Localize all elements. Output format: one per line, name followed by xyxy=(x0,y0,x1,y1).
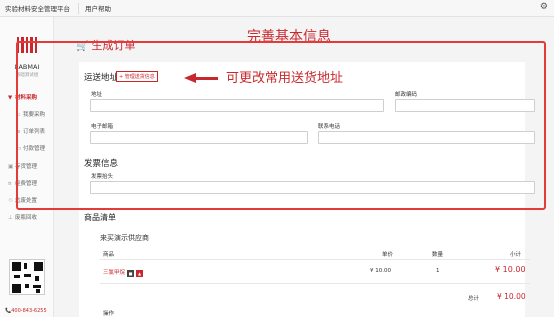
money-icon: ¤ xyxy=(8,181,12,187)
annotation-side: 可更改常用送货地址 xyxy=(226,71,344,86)
sidebar-item-label: 废瓶回收 xyxy=(15,215,38,221)
hazard-icon: ■ xyxy=(127,270,135,277)
invoice-header-label: 发票抬头 xyxy=(91,174,114,180)
operation-label: 操作 xyxy=(103,311,115,317)
unit-price: ¥ 10.00 xyxy=(370,268,391,274)
invoice-title: 发票信息 xyxy=(84,159,119,169)
qr-code xyxy=(9,259,45,295)
divider xyxy=(78,3,79,14)
goods-title: 商品清单 xyxy=(84,213,116,222)
arrow-line xyxy=(196,77,218,80)
user-help-link[interactable]: 用户帮助 xyxy=(85,3,111,13)
email-label: 电子邮箱 xyxy=(91,124,114,130)
flask-icon: ⊥ xyxy=(8,215,13,221)
column-header-qty: 数量 xyxy=(432,252,444,258)
supplier-name: 来买演示供应商 xyxy=(100,234,149,242)
box-icon: ▣ xyxy=(8,164,14,170)
row-subtotal: ¥ 10.00 xyxy=(495,265,526,274)
gear-icon[interactable]: ⚙ xyxy=(540,2,548,12)
invoice-header-input[interactable] xyxy=(90,181,535,194)
warning-icon: ▲ xyxy=(136,270,144,277)
zip-input[interactable] xyxy=(395,99,535,112)
row-divider xyxy=(100,259,530,260)
row-divider xyxy=(100,283,530,284)
zip-label: 邮政编码 xyxy=(395,92,418,98)
top-bar: 实验材料安全管理平台 用户帮助 ⚙ xyxy=(0,0,554,17)
manage-shipping-link[interactable]: + 管理送货信息 xyxy=(116,71,158,82)
shipping-title: 运送地址 xyxy=(84,73,119,83)
total-value: ¥ 10.00 xyxy=(497,292,526,301)
address-input[interactable] xyxy=(90,99,384,112)
total-label: 总计 xyxy=(468,296,480,302)
phone-number: 📞400-843-6255 xyxy=(5,308,47,314)
quantity: 1 xyxy=(436,268,440,274)
sidebar-item-bottle-recycle[interactable]: ⊥ 废瓶回收 xyxy=(8,213,37,221)
contact-input[interactable] xyxy=(318,131,535,144)
arrow-icon xyxy=(184,73,196,83)
address-label: 地址 xyxy=(91,92,103,98)
product-link[interactable]: 三氯甲烷 ■ ▲ xyxy=(103,268,144,277)
column-header-subtotal: 小计 xyxy=(510,252,522,258)
email-input[interactable] xyxy=(90,131,308,144)
column-header-unit-price: 单价 xyxy=(382,252,394,258)
platform-title[interactable]: 实验材料安全管理平台 xyxy=(5,3,70,13)
cart-icon: ▼ xyxy=(8,95,13,101)
column-header-product: 商品 xyxy=(103,252,115,258)
contact-label: 联系电话 xyxy=(318,124,341,130)
recycle-icon: ♲ xyxy=(8,198,13,204)
